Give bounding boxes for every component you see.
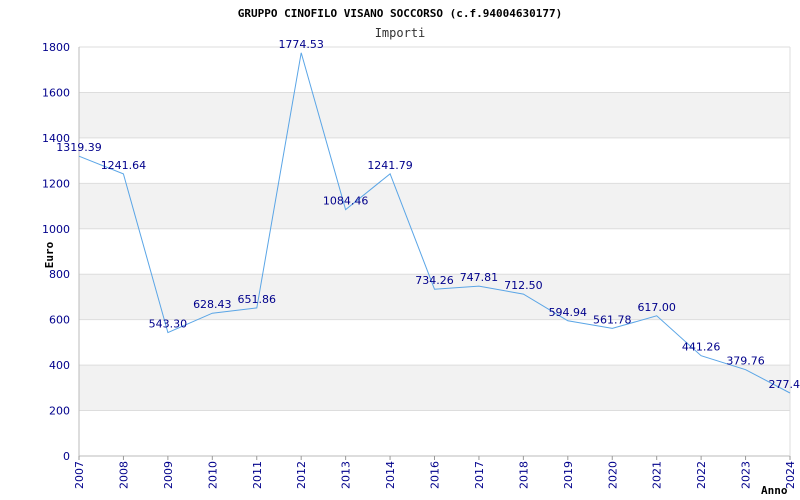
y-tick-label: 1600	[42, 86, 70, 99]
data-label: 1241.64	[101, 159, 147, 172]
x-tick-label: 2011	[251, 461, 264, 489]
y-tick-label: 600	[49, 314, 70, 327]
data-label: 594.94	[549, 306, 588, 319]
y-tick-label: 200	[49, 405, 70, 418]
data-label: 712.50	[504, 279, 543, 292]
data-label: 651.86	[238, 293, 277, 306]
data-label: 1084.46	[323, 195, 369, 208]
grid-bands	[79, 92, 790, 411]
grid-band	[79, 183, 790, 229]
data-label: 1774.53	[278, 38, 324, 51]
y-tick-label: 1000	[42, 223, 70, 236]
grid-band	[79, 365, 790, 411]
x-tick-label: 2010	[206, 461, 219, 489]
y-tick-label: 1400	[42, 132, 70, 145]
data-label: 734.26	[415, 274, 454, 287]
x-tick-label: 2023	[740, 461, 753, 489]
x-tick-label: 2007	[73, 461, 86, 489]
x-tick-label: 2018	[517, 461, 530, 489]
data-label: 747.81	[460, 271, 499, 284]
y-tick-label: 1200	[42, 177, 70, 190]
chart-subtitle: Importi	[375, 26, 426, 40]
x-tick-label: 2016	[429, 461, 442, 489]
data-label: 543.30	[149, 318, 188, 331]
data-label: 1241.79	[367, 159, 413, 172]
x-tick-label: 2014	[384, 461, 397, 489]
data-label: 441.26	[682, 341, 721, 354]
x-tick-label: 2012	[295, 461, 308, 489]
data-label: 628.43	[193, 298, 232, 311]
x-tick-label: 2017	[473, 461, 486, 489]
x-tick-label: 2019	[562, 461, 575, 489]
y-tick-label: 1800	[42, 41, 70, 54]
data-label: 379.76	[726, 355, 765, 368]
line-chart: 1319.391241.64543.30628.43 651.861774.531…	[42, 7, 800, 497]
y-tick-label: 800	[49, 268, 70, 281]
x-tick-label: 2008	[117, 461, 130, 489]
x-tick-label: 2020	[606, 461, 619, 489]
y-tick-label: 0	[63, 450, 70, 463]
grid-band	[79, 92, 790, 138]
x-tick-labels: 2007 2008 2009 2010 2011 2012 2013 2014 2016 2017…	[73, 456, 797, 489]
x-tick-label: 2022	[695, 461, 708, 489]
data-label: 617.00	[637, 301, 676, 314]
x-tick-label: 2021	[651, 461, 664, 489]
x-tick-label: 2013	[340, 461, 353, 489]
x-tick-label: 2009	[162, 461, 175, 489]
y-axis-label: Euro	[43, 241, 56, 268]
x-axis-label: Anno	[761, 484, 788, 497]
data-label: 277.4	[769, 378, 800, 391]
data-label: 561.78	[593, 313, 632, 326]
y-tick-label: 400	[49, 359, 70, 372]
chart-title: GRUPPO CINOFILO VISANO SOCCORSO (c.f.940…	[238, 7, 563, 20]
